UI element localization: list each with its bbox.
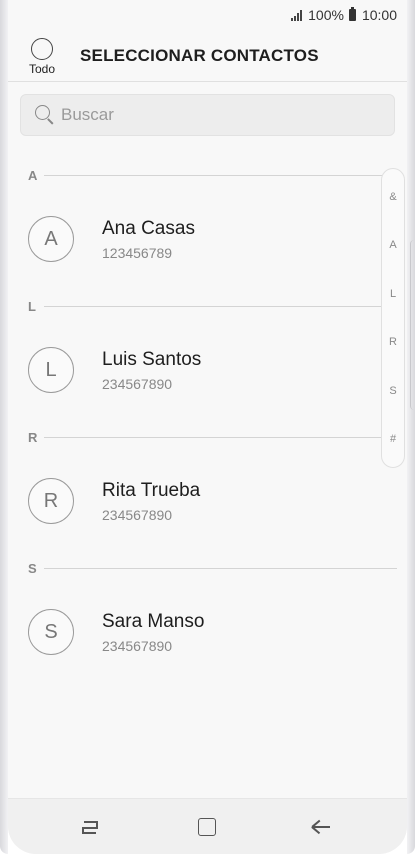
section-letter: L xyxy=(28,299,36,314)
signal-icon xyxy=(291,9,303,21)
section-a: A xyxy=(8,168,407,183)
contact-name: Luis Santos xyxy=(102,349,202,370)
section-letter: R xyxy=(28,430,38,445)
section-divider xyxy=(44,437,397,438)
phone-bezel-right xyxy=(407,0,415,854)
search-icon xyxy=(35,105,55,125)
navigation-bar xyxy=(8,798,407,854)
contact-name: Rita Trueba xyxy=(102,480,201,501)
search-box[interactable] xyxy=(20,94,395,136)
section-letter: A xyxy=(28,168,38,183)
phone-side-button xyxy=(410,240,415,410)
contact-name: Sara Manso xyxy=(102,611,205,632)
select-all-checkbox-icon[interactable] xyxy=(31,38,53,60)
section-header: L xyxy=(8,299,407,314)
section-header: R xyxy=(8,430,407,445)
contact-number: 123456789 xyxy=(102,245,173,261)
contact-name: Ana Casas xyxy=(102,218,195,239)
section-header: S xyxy=(8,561,407,576)
contact-number: 234567890 xyxy=(102,507,173,523)
avatar[interactable]: L xyxy=(28,347,74,393)
section-r: R xyxy=(8,430,407,445)
avatar[interactable]: S xyxy=(28,609,74,655)
avatar[interactable]: R xyxy=(28,478,74,524)
recents-icon[interactable] xyxy=(80,815,104,839)
section-header: A xyxy=(8,168,407,183)
section-divider xyxy=(44,568,397,569)
index-item-a[interactable]: A xyxy=(382,239,404,251)
home-icon[interactable] xyxy=(198,818,216,836)
select-all-label: Todo xyxy=(28,62,56,76)
index-item-ampersand[interactable]: & xyxy=(382,191,404,203)
section-divider xyxy=(44,306,397,307)
section-divider xyxy=(44,175,397,176)
select-all-button[interactable]: Todo xyxy=(24,38,60,76)
status-bar: 100% 10:00 xyxy=(8,0,407,30)
screen: 100% 10:00 Todo SELECCIONAR CONTACTOS A … xyxy=(8,0,407,854)
section-letter: S xyxy=(28,561,37,576)
battery-percent: 100% xyxy=(308,7,344,23)
page-title: SELECCIONAR CONTACTOS xyxy=(80,46,319,65)
contact-row[interactable]: A Ana Casas 123456789 xyxy=(8,216,378,276)
contact-number: 234567890 xyxy=(102,638,173,654)
header: Todo SELECCIONAR CONTACTOS xyxy=(8,30,407,82)
section-l: L xyxy=(8,299,407,314)
clock: 10:00 xyxy=(361,7,397,23)
back-icon[interactable] xyxy=(310,815,334,839)
section-s: S xyxy=(8,561,407,576)
index-item-s[interactable]: S xyxy=(382,385,404,397)
index-item-l[interactable]: L xyxy=(382,288,404,300)
contact-row[interactable]: S Sara Manso 234567890 xyxy=(8,609,378,669)
contact-row[interactable]: L Luis Santos 234567890 xyxy=(8,347,378,407)
search-input[interactable] xyxy=(61,105,361,125)
phone-bezel-left xyxy=(0,0,8,854)
contact-row[interactable]: R Rita Trueba 234567890 xyxy=(8,478,378,538)
avatar[interactable]: A xyxy=(28,216,74,262)
index-item-r[interactable]: R xyxy=(382,336,404,348)
index-item-hash[interactable]: # xyxy=(382,433,404,445)
alphabet-index-bar[interactable]: & A L R S # xyxy=(381,168,405,468)
contact-number: 234567890 xyxy=(102,376,173,392)
battery-icon xyxy=(348,7,356,21)
